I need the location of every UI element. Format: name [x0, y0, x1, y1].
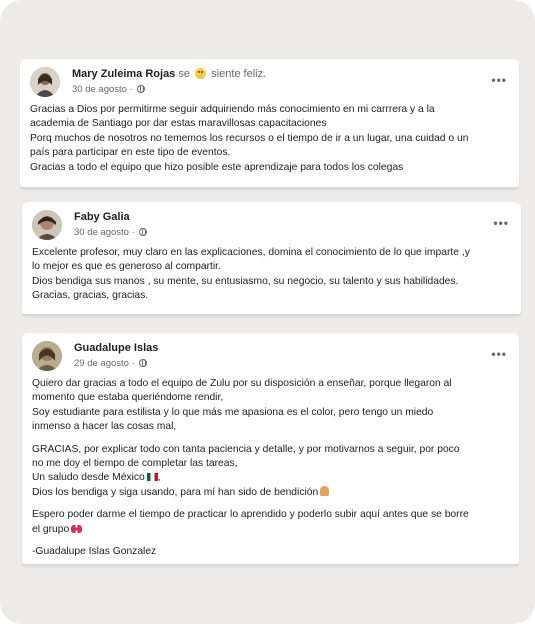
avatar[interactable] [30, 67, 60, 97]
post-card: Guadalupe Islas 29 de agosto · ••• Quier… [22, 333, 519, 566]
divider [22, 564, 519, 566]
post-line: Porq muchos de nosotros no tememos los r… [30, 132, 469, 144]
globe-icon [139, 228, 148, 236]
post-date: 30 de agosto · [72, 84, 146, 95]
post-text: Excelente profesor, muy claro en las exp… [32, 246, 513, 304]
avatar[interactable] [32, 210, 62, 240]
feeling-text: siente feliz. [211, 68, 267, 80]
post-line: Gracias, gracias, gracias. [32, 290, 149, 302]
post-line: lo mejor es que es generoso al compartir… [32, 261, 221, 273]
author-name[interactable]: Mary Zuleima Rojas [72, 68, 175, 80]
post-card: Faby Galia 30 de agosto · ••• Excelente … [22, 202, 521, 316]
author-line: Guadalupe Islas [74, 342, 158, 354]
smiley-face-icon [195, 68, 207, 79]
post-line: no me doy el tiempo de completar las tar… [32, 458, 238, 470]
author-line: Faby Galia [74, 211, 130, 223]
post-line: academia de Santiago por dar estas marav… [30, 118, 327, 130]
post-line: Dios los bendiga y siga usando, para mí … [32, 485, 511, 500]
avatar[interactable] [32, 341, 62, 371]
post-header: Mary Zuleima Rojas se siente feliz. 30 d… [30, 67, 509, 99]
folded-hands-icon [320, 485, 330, 496]
mexico-flag-icon [146, 473, 158, 482]
post-text: Quiero dar gracias a todo el equipo de Z… [32, 377, 511, 559]
author-name[interactable]: Faby Galia [74, 211, 130, 223]
globe-icon [137, 85, 146, 93]
post-line-text: el grupo [32, 523, 70, 535]
post-line: Espero poder darme el tiempo de practica… [32, 509, 469, 521]
globe-icon [139, 359, 148, 367]
post-line: Gracias a Dios por permitirme seguir adq… [30, 104, 435, 115]
post-header: Faby Galia 30 de agosto · ••• [32, 210, 511, 242]
post-card: Mary Zuleima Rojas se siente feliz. 30 d… [20, 59, 519, 189]
post-line: el grupo [32, 523, 511, 537]
post-line: Soy estudiante para estilista y lo que m… [32, 406, 434, 418]
post-date: 30 de agosto · [74, 227, 148, 238]
post-line: -Guadalupe Islas Gonzalez [32, 546, 157, 558]
divider [20, 187, 519, 189]
post-timestamp[interactable]: 30 de agosto · [74, 227, 135, 238]
more-options-button[interactable]: ••• [491, 73, 507, 87]
screenshot-frame: Mary Zuleima Rojas se siente feliz. 30 d… [0, 0, 535, 624]
post-line: Gracias a todo el equipo que hizo posibl… [30, 161, 404, 173]
post-line-text: Un saludo desde México [32, 472, 145, 484]
post-timestamp[interactable]: 30 de agosto · [72, 84, 133, 95]
post-line: Quiero dar gracias a todo el equipo de Z… [32, 378, 452, 389]
more-options-button[interactable]: ••• [493, 216, 509, 230]
post-line: momento que estaba queriéndome rendir, [32, 392, 224, 404]
author-name[interactable]: Guadalupe Islas [74, 342, 158, 354]
post-line: GRACIAS, por explicar todo con tanta pac… [32, 443, 460, 455]
post-line-text: Dios los bendiga y siga usando, para mí … [32, 486, 319, 498]
feeling-prefix: se [178, 68, 191, 80]
post-line: inmenso a hacer las cosas mal, [32, 421, 177, 433]
post-header: Guadalupe Islas 29 de agosto · ••• [32, 341, 509, 373]
post-line: Dios bendiga sus manos , su mente, su en… [32, 275, 459, 287]
post-timestamp[interactable]: 29 de agosto · [74, 358, 135, 369]
post-line: país para participar en este tipo de eve… [30, 147, 231, 159]
author-line: Mary Zuleima Rojas se siente feliz. [72, 68, 266, 80]
post-line: Excelente profesor, muy claro en las exp… [32, 247, 470, 258]
divider [22, 314, 521, 316]
post-text: Gracias a Dios por permitirme seguir adq… [30, 103, 511, 175]
post-line: Un saludo desde México, [32, 472, 161, 484]
ribbon-icon [71, 524, 83, 533]
post-date: 29 de agosto · [74, 358, 148, 369]
more-options-button[interactable]: ••• [491, 347, 507, 361]
